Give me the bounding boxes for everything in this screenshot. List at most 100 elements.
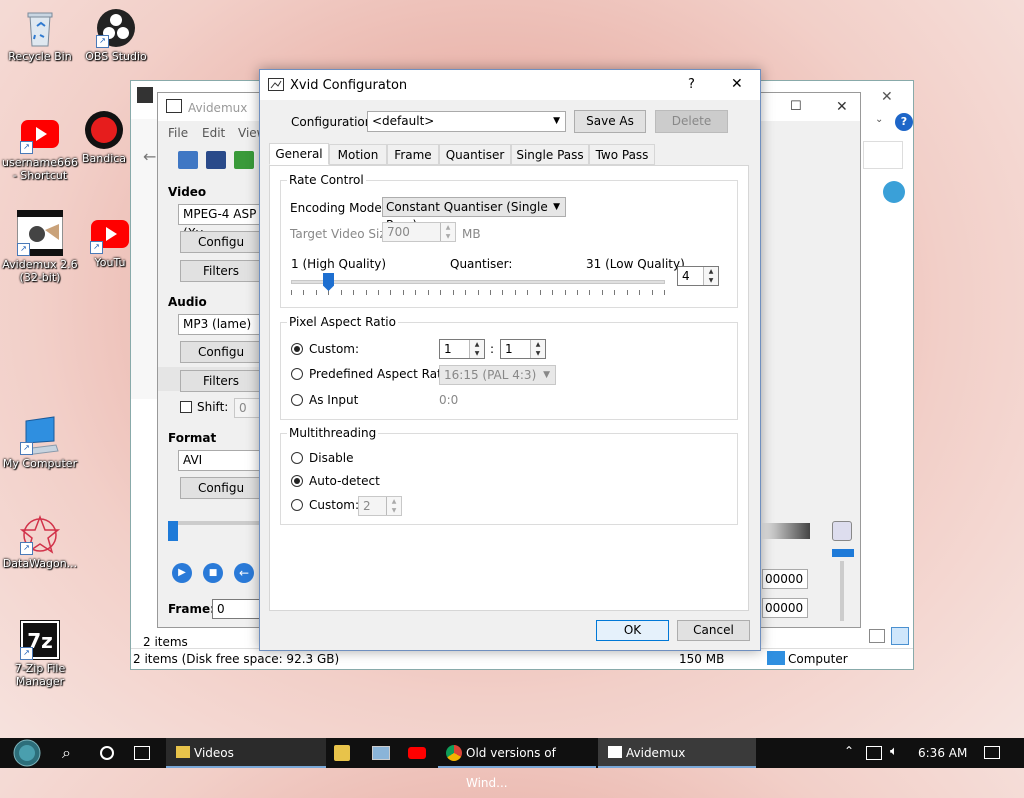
xvid-config-dialog[interactable]: Xvid Configuraton ? ✕ Configuration: <de…	[259, 69, 761, 651]
taskbar-videos[interactable]: Videos	[166, 738, 326, 768]
notifications-icon[interactable]	[984, 746, 1000, 759]
audio-configure-button[interactable]: Configu	[180, 341, 262, 363]
volume-icon[interactable]: 🔈︎	[890, 744, 898, 759]
save-video-icon[interactable]	[234, 151, 254, 169]
aspect-denominator-input[interactable]: 1 ▲ ▼	[500, 339, 546, 359]
desktop-icon-username-shortcut[interactable]: ↗ username666 - Shortcut	[0, 114, 80, 182]
save-icon[interactable]	[206, 151, 226, 169]
format-configure-button[interactable]: Configu	[180, 477, 262, 499]
task-view-icon[interactable]	[134, 746, 150, 760]
audio-codec-select[interactable]: MP3 (lame)	[178, 314, 262, 335]
aspect-custom-radio[interactable]	[291, 343, 303, 355]
play-icon[interactable]: ▶	[172, 563, 192, 583]
tiles-view-icon[interactable]	[891, 627, 909, 645]
start-button[interactable]	[8, 738, 46, 768]
aspect-numerator-input[interactable]: 1 ▲ ▼	[439, 339, 485, 359]
spin-arrows[interactable]: ▲ ▼	[530, 340, 545, 358]
target-size-input[interactable]: 700 ▲ ▼	[382, 222, 456, 242]
slider-tick	[552, 290, 553, 295]
frame-input[interactable]: 0	[212, 599, 262, 619]
encoding-mode-select[interactable]: Constant Quantiser (Single Pass) ▼	[382, 197, 566, 232]
menu-edit[interactable]: Edit	[202, 126, 225, 140]
chevron-up-icon[interactable]: ⌃	[844, 744, 854, 758]
desktop-icon-obs-studio[interactable]: ↗ OBS Studio	[76, 8, 156, 63]
save-as-button[interactable]: Save As	[574, 110, 646, 133]
close-icon[interactable]: ✕	[881, 89, 893, 105]
open-folder-icon[interactable]	[178, 151, 198, 169]
network-icon[interactable]	[866, 746, 882, 760]
tab-two-pass[interactable]: Two Pass	[589, 144, 655, 165]
desktop-icon-bandicam[interactable]: Bandica	[74, 110, 134, 165]
threads-custom-radio[interactable]	[291, 499, 303, 511]
tab-motion[interactable]: Motion	[329, 144, 387, 165]
volume-slider-track[interactable]	[840, 561, 844, 621]
video-filters-button[interactable]: Filters	[180, 260, 262, 282]
desktop-icon-7zip[interactable]: 7z ↗ 7-Zip File Manager	[0, 619, 80, 688]
details-view-icon[interactable]	[869, 629, 885, 643]
help-icon[interactable]: ?	[895, 113, 913, 131]
aspect-predefined-radio[interactable]	[291, 368, 303, 380]
tab-single-pass[interactable]: Single Pass	[511, 144, 589, 165]
desktop-icon-label: DataWagon...	[2, 557, 78, 570]
spin-arrows[interactable]: ▲ ▼	[386, 497, 401, 515]
spin-arrows[interactable]: ▲ ▼	[469, 340, 484, 358]
timeline-slider-handle[interactable]	[168, 521, 178, 541]
video-configure-button[interactable]: Configu	[180, 231, 262, 253]
volume-slider-handle[interactable]	[832, 549, 854, 557]
dialog-titlebar[interactable]: Xvid Configuraton ? ✕	[260, 70, 760, 100]
search-icon[interactable]: ⌕	[62, 743, 71, 763]
tab-general[interactable]: General	[269, 143, 329, 165]
shift-checkbox[interactable]	[180, 401, 192, 413]
maximize-icon[interactable]: ☐	[790, 99, 802, 114]
chevron-down-icon[interactable]: ⌄	[875, 114, 883, 125]
store-icon[interactable]	[334, 745, 350, 761]
speaker-icon[interactable]	[832, 521, 852, 541]
threads-disable-radio[interactable]	[291, 452, 303, 464]
youtube-icon[interactable]	[408, 747, 426, 759]
tab-frame[interactable]: Frame	[387, 144, 439, 165]
spin-arrows[interactable]: ▲ ▼	[703, 267, 718, 285]
format-select[interactable]: AVI	[178, 450, 262, 471]
threads-auto-label: Auto-detect	[309, 474, 380, 488]
close-button[interactable]: ✕	[731, 76, 743, 92]
audio-filters-button[interactable]: Filters	[180, 370, 262, 392]
desktop-icon-datawagon[interactable]: ↗ DataWagon...	[0, 514, 80, 570]
desktop-icon-recycle-bin[interactable]: Recycle Bin	[0, 8, 80, 63]
aspect-predefined-select[interactable]: 16:15 (PAL 4:3) ▼	[439, 365, 556, 385]
desktop-icon-my-computer[interactable]: ↗ My Computer	[0, 415, 80, 470]
taskbar-chrome[interactable]: Old versions of Wind...	[438, 738, 596, 790]
quantiser-slider-track[interactable]	[291, 280, 665, 284]
shift-input[interactable]: 0	[234, 398, 262, 418]
ok-button[interactable]: OK	[596, 620, 669, 641]
slider-tick	[465, 290, 466, 295]
help-button[interactable]: ?	[688, 77, 695, 92]
back-arrow-icon[interactable]: ←	[143, 147, 156, 166]
search-box[interactable]	[863, 141, 903, 169]
stop-icon[interactable]: ■	[203, 563, 223, 583]
desktop-icon-avidemux[interactable]: ↗ Avidemux 2.6 (32-bit)	[0, 209, 80, 284]
taskbar-avidemux[interactable]: Avidemux	[598, 738, 756, 768]
slider-tick	[341, 290, 342, 295]
threads-auto-radio[interactable]	[291, 475, 303, 487]
configuration-value: <default>	[372, 114, 435, 128]
close-icon[interactable]: ✕	[836, 99, 848, 115]
aspect-as-input-radio[interactable]	[291, 394, 303, 406]
spin-arrows[interactable]: ▲ ▼	[440, 223, 455, 241]
globe-icon[interactable]	[883, 181, 905, 203]
photos-icon[interactable]	[372, 746, 390, 760]
video-codec-select[interactable]: MPEG-4 ASP (Xv	[178, 204, 262, 240]
tab-quantiser[interactable]: Quantiser	[439, 144, 511, 165]
quantiser-input[interactable]: 4 ▲ ▼	[677, 266, 719, 286]
previous-frame-icon[interactable]: ←	[234, 563, 254, 583]
clock[interactable]: 6:36 AM	[918, 738, 967, 768]
cancel-button[interactable]: Cancel	[677, 620, 750, 641]
avidemux-title: Avidemux	[188, 101, 248, 115]
delete-button[interactable]: Delete	[655, 110, 728, 133]
menu-file[interactable]: File	[168, 126, 188, 140]
configuration-select[interactable]: <default> ▼	[367, 111, 566, 132]
timeline-slider-track[interactable]	[168, 521, 262, 525]
dropdown-arrow-icon: ▼	[543, 370, 550, 380]
youtube-icon: ↗	[20, 114, 60, 154]
cortana-icon[interactable]	[100, 746, 114, 760]
threads-custom-input[interactable]: 2 ▲ ▼	[358, 496, 402, 516]
